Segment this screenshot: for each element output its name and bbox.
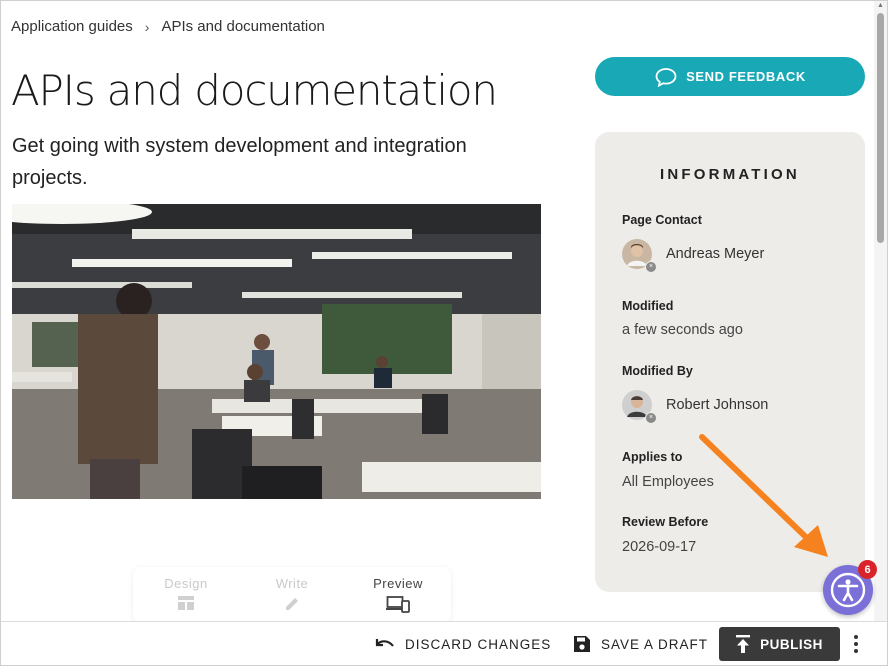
mode-write-label: Write	[275, 576, 309, 591]
vertical-scrollbar[interactable]: ▲	[874, 1, 887, 621]
page-subtitle: Get going with system development and in…	[12, 135, 467, 189]
scrollbar-thumb[interactable]	[877, 13, 884, 243]
breadcrumb: Application guides › APIs and documentat…	[11, 18, 325, 35]
mode-design-tab[interactable]: Design	[133, 567, 239, 623]
avatar: ×	[622, 390, 657, 424]
chat-bubble-icon	[655, 67, 677, 87]
devices-icon	[386, 596, 410, 613]
modified-value: a few seconds ago	[622, 322, 743, 338]
publish-label: PUBLISH	[760, 636, 823, 652]
layout-grid-icon	[178, 596, 194, 610]
information-heading: INFORMATION	[660, 166, 800, 183]
review-before-value: 2026-09-17	[622, 539, 697, 555]
editor-mode-switch: Design Write Preview	[133, 567, 451, 623]
modified-label: Modified	[622, 299, 674, 313]
mode-write-tab[interactable]: Write	[239, 567, 345, 623]
more-options-icon[interactable]	[847, 628, 865, 660]
mode-design-label: Design	[164, 576, 208, 591]
mode-preview-tab[interactable]: Preview	[345, 567, 451, 623]
mode-preview-label: Preview	[373, 576, 423, 591]
modified-by-name: Robert Johnson	[666, 397, 769, 413]
scroll-up-arrow-icon[interactable]: ▲	[877, 2, 884, 9]
accessibility-notification-badge: 6	[858, 560, 877, 579]
undo-icon	[375, 639, 394, 647]
page-contact-name: Andreas Meyer	[666, 246, 765, 262]
pencil-icon	[286, 598, 298, 610]
modified-by-person[interactable]: × Robert Johnson	[622, 390, 769, 424]
page-title: APIs and documentation	[11, 66, 498, 115]
save-disk-icon	[574, 636, 590, 652]
modified-by-label: Modified By	[622, 364, 693, 378]
presence-badge-icon: ×	[645, 412, 657, 424]
page-contact-label: Page Contact	[622, 213, 702, 227]
hero-image	[12, 204, 541, 499]
annotation-arrow	[699, 434, 828, 557]
applies-to-label: Applies to	[622, 450, 683, 464]
discard-changes-button[interactable]: DISCARD CHANGES	[375, 622, 551, 666]
send-feedback-label: SEND FEEDBACK	[686, 69, 806, 84]
send-feedback-button[interactable]: SEND FEEDBACK	[595, 57, 865, 96]
breadcrumb-current: APIs and documentation	[161, 18, 325, 35]
publish-button[interactable]: PUBLISH	[719, 627, 840, 661]
avatar: ×	[622, 239, 657, 273]
accessibility-icon	[830, 572, 866, 608]
presence-badge-icon: ×	[645, 261, 657, 273]
page-contact-person[interactable]: × Andreas Meyer	[622, 239, 765, 273]
save-draft-button[interactable]: SAVE A DRAFT	[573, 622, 708, 666]
discard-changes-label: DISCARD CHANGES	[405, 636, 552, 652]
breadcrumb-parent-link[interactable]: Application guides	[11, 18, 133, 35]
save-draft-label: SAVE A DRAFT	[601, 636, 709, 652]
bottom-toolbar: DISCARD CHANGES SAVE A DRAFT PUBLISH	[1, 621, 887, 665]
breadcrumb-separator: ›	[144, 18, 150, 35]
publish-upload-icon	[736, 635, 751, 653]
